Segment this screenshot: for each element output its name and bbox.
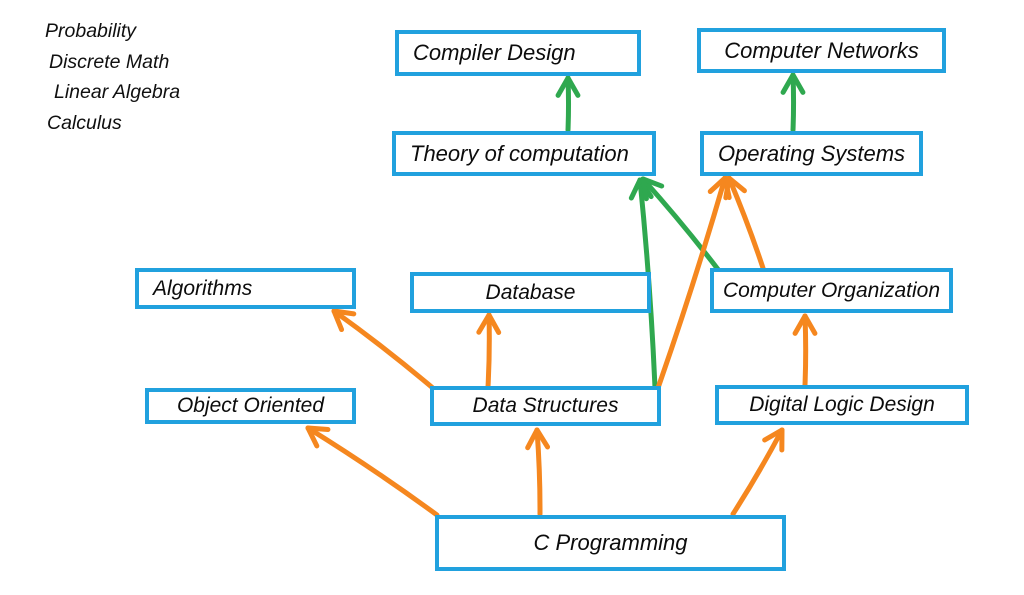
arrow-head-barb xyxy=(486,312,502,335)
course-label: Theory of computation xyxy=(410,140,629,166)
course-box-computer-networks[interactable]: Computer Networks xyxy=(697,28,946,73)
course-label: Object Oriented xyxy=(176,394,325,417)
arrow-co-to-toc xyxy=(640,176,723,275)
arrow-head-barb xyxy=(722,175,732,201)
arrow-head-barb xyxy=(726,175,747,194)
arrow-shaft xyxy=(790,72,797,133)
arrow-shaft xyxy=(640,176,723,275)
arrow-head-barb xyxy=(331,308,357,317)
arrow-head-barb xyxy=(780,72,796,95)
arrow-head-barb xyxy=(565,75,581,98)
arrow-head-barb xyxy=(640,176,665,189)
arrow-head-barb xyxy=(534,427,551,450)
arrow-os-to-networks xyxy=(780,72,806,133)
course-box-computer-organization[interactable]: Computer Organization xyxy=(710,268,953,313)
course-box-compiler-design[interactable]: Compiler Design xyxy=(395,30,641,76)
course-box-digital-logic-design[interactable]: Digital Logic Design xyxy=(715,385,969,425)
prerequisite-item: Probability xyxy=(45,20,137,42)
arrow-shaft xyxy=(331,308,437,392)
arrow-shaft xyxy=(802,313,809,388)
course-box-database[interactable]: Database xyxy=(410,272,651,313)
arrow-ds-to-database xyxy=(476,312,502,390)
arrow-head-barb xyxy=(305,425,331,432)
arrow-head-barb xyxy=(628,177,643,201)
arrow-head-barb xyxy=(802,313,818,336)
arrow-c-to-object xyxy=(305,425,440,518)
arrow-shaft xyxy=(305,425,440,518)
arrow-shaft xyxy=(730,427,785,517)
course-label: Data Structures xyxy=(472,394,619,417)
course-label: Computer Networks xyxy=(724,37,919,63)
course-label: Operating Systems xyxy=(717,140,906,166)
course-label: Digital Logic Design xyxy=(749,393,935,416)
arrow-shaft xyxy=(534,427,543,517)
arrow-head-barb xyxy=(525,427,540,451)
course-box-c-programming[interactable]: C Programming xyxy=(435,515,786,571)
arrow-head-barb xyxy=(637,177,654,200)
arrow-head-barb xyxy=(555,75,571,98)
arrow-shaft xyxy=(726,175,766,271)
arrow-head-barb xyxy=(707,175,728,195)
arrow-co-to-os xyxy=(723,175,766,271)
prerequisite-item: Linear Algebra xyxy=(54,81,181,103)
arrow-toc-to-compiler xyxy=(555,75,581,133)
arrow-head-barb xyxy=(331,308,345,333)
arrow-shaft xyxy=(565,75,572,133)
arrow-c-to-dld xyxy=(730,427,785,517)
course-label: C Programming xyxy=(533,530,688,555)
arrow-dld-to-co xyxy=(792,313,818,388)
prerequisite-item: Discrete Math xyxy=(49,50,170,73)
arrow-ds-to-algorithms xyxy=(331,308,437,392)
arrow-head-barb xyxy=(723,175,732,201)
arrow-head-barb xyxy=(792,313,808,336)
arrow-head-barb xyxy=(476,312,492,335)
arrow-head-barb xyxy=(762,427,785,443)
arrow-shaft xyxy=(485,312,492,390)
math-prerequisites-list: Probability Discrete Math Linear Algebra… xyxy=(45,20,345,144)
course-box-theory-of-computation[interactable]: Theory of computation xyxy=(392,131,656,176)
course-box-data-structures[interactable]: Data Structures xyxy=(430,386,661,426)
course-box-object-oriented[interactable]: Object Oriented xyxy=(145,388,356,424)
arrow-head-barb xyxy=(305,425,320,449)
arrow-c-to-ds xyxy=(525,427,551,517)
course-label: Computer Organization xyxy=(722,278,941,302)
course-box-algorithms[interactable]: Algorithms xyxy=(135,268,356,309)
arrow-head-barb xyxy=(640,176,649,202)
course-box-operating-systems[interactable]: Operating Systems xyxy=(700,131,923,176)
arrow-head-barb xyxy=(790,72,806,95)
course-label: Algorithms xyxy=(153,276,253,300)
course-label: Compiler Design xyxy=(413,40,576,65)
diagram-canvas: Probability Discrete Math Linear Algebra… xyxy=(0,0,1024,595)
course-label: Database xyxy=(485,280,576,304)
prerequisite-item: Calculus xyxy=(47,111,122,134)
